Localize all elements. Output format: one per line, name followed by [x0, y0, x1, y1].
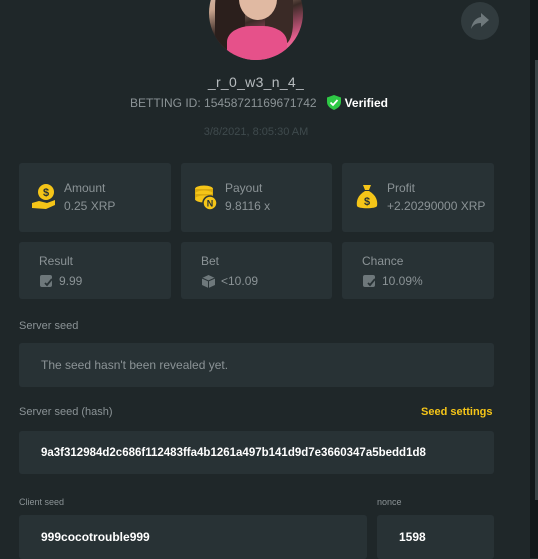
- bet-card: Bet <10.09: [181, 242, 332, 299]
- profit-card: $ Profit +2.20290000 XRP: [342, 163, 494, 232]
- client-seed-value: 999cocotrouble999: [41, 530, 150, 544]
- svg-text:$: $: [43, 187, 49, 199]
- result-label: Result: [39, 254, 74, 268]
- server-seed-label: Server seed: [19, 320, 79, 332]
- profit-value: +2.20290000 XRP: [387, 199, 486, 213]
- username: _r_0_w3_n_4_: [207, 74, 305, 90]
- amount-card: $ Amount 0.25 XRP: [19, 163, 171, 232]
- seed-settings-link[interactable]: Seed settings: [421, 406, 493, 418]
- server-seed-field[interactable]: The seed hasn't been revealed yet.: [19, 343, 494, 387]
- amount-value: 0.25 XRP: [64, 199, 116, 213]
- avatar: [209, 0, 303, 60]
- money-bag-icon: $: [356, 185, 378, 209]
- verified-label: Verified: [344, 95, 388, 110]
- client-seed-label: Client seed: [19, 497, 65, 507]
- verified-badge: Verified: [326, 95, 388, 110]
- dice-icon: [40, 275, 53, 287]
- share-button[interactable]: [461, 2, 499, 40]
- result-value: 9.99: [59, 274, 83, 288]
- dice-icon: [201, 275, 216, 288]
- nonce-label: nonce: [377, 497, 402, 507]
- betting-id-line: BETTING ID: 15458721169671742 Verified: [130, 95, 388, 110]
- svg-text:N: N: [207, 199, 214, 209]
- nonce-field[interactable]: 1598: [377, 515, 494, 559]
- chance-label: Chance: [362, 254, 404, 268]
- bet-value: <10.09: [221, 274, 259, 288]
- chance-card: Chance 10.09%: [342, 242, 494, 299]
- server-seed-hash-field[interactable]: 9a3f312984d2c686f112483ffa4b1261a497b141…: [19, 431, 494, 474]
- chance-value: 10.09%: [382, 274, 423, 288]
- svg-text:$: $: [364, 196, 370, 208]
- coin-stack-icon: N: [195, 185, 218, 211]
- verified-shield-icon: [326, 95, 341, 110]
- profit-label: Profit: [387, 181, 416, 195]
- amount-label: Amount: [64, 181, 106, 195]
- payout-label: Payout: [225, 181, 263, 195]
- server-seed-hash-value: 9a3f312984d2c686f112483ffa4b1261a497b141…: [41, 446, 426, 459]
- client-seed-field[interactable]: 999cocotrouble999: [19, 515, 367, 559]
- betting-id-label: BETTING ID:: [130, 95, 201, 110]
- server-seed-value: The seed hasn't been revealed yet.: [41, 358, 229, 372]
- payout-card: N Payout 9.8116 x: [181, 163, 332, 232]
- bet-datetime: 3/8/2021, 8:05:30 AM: [203, 126, 309, 138]
- bet-label: Bet: [201, 254, 220, 268]
- coin-hand-icon: $: [32, 184, 55, 209]
- server-seed-hash-label: Server seed (hash): [19, 406, 113, 418]
- betting-id-value: 15458721169671742: [204, 95, 317, 110]
- nonce-value: 1598: [399, 530, 426, 544]
- dice-icon: [363, 275, 376, 287]
- result-card: Result 9.99: [19, 242, 171, 299]
- share-icon: [471, 13, 489, 29]
- payout-value: 9.8116 x: [225, 199, 271, 213]
